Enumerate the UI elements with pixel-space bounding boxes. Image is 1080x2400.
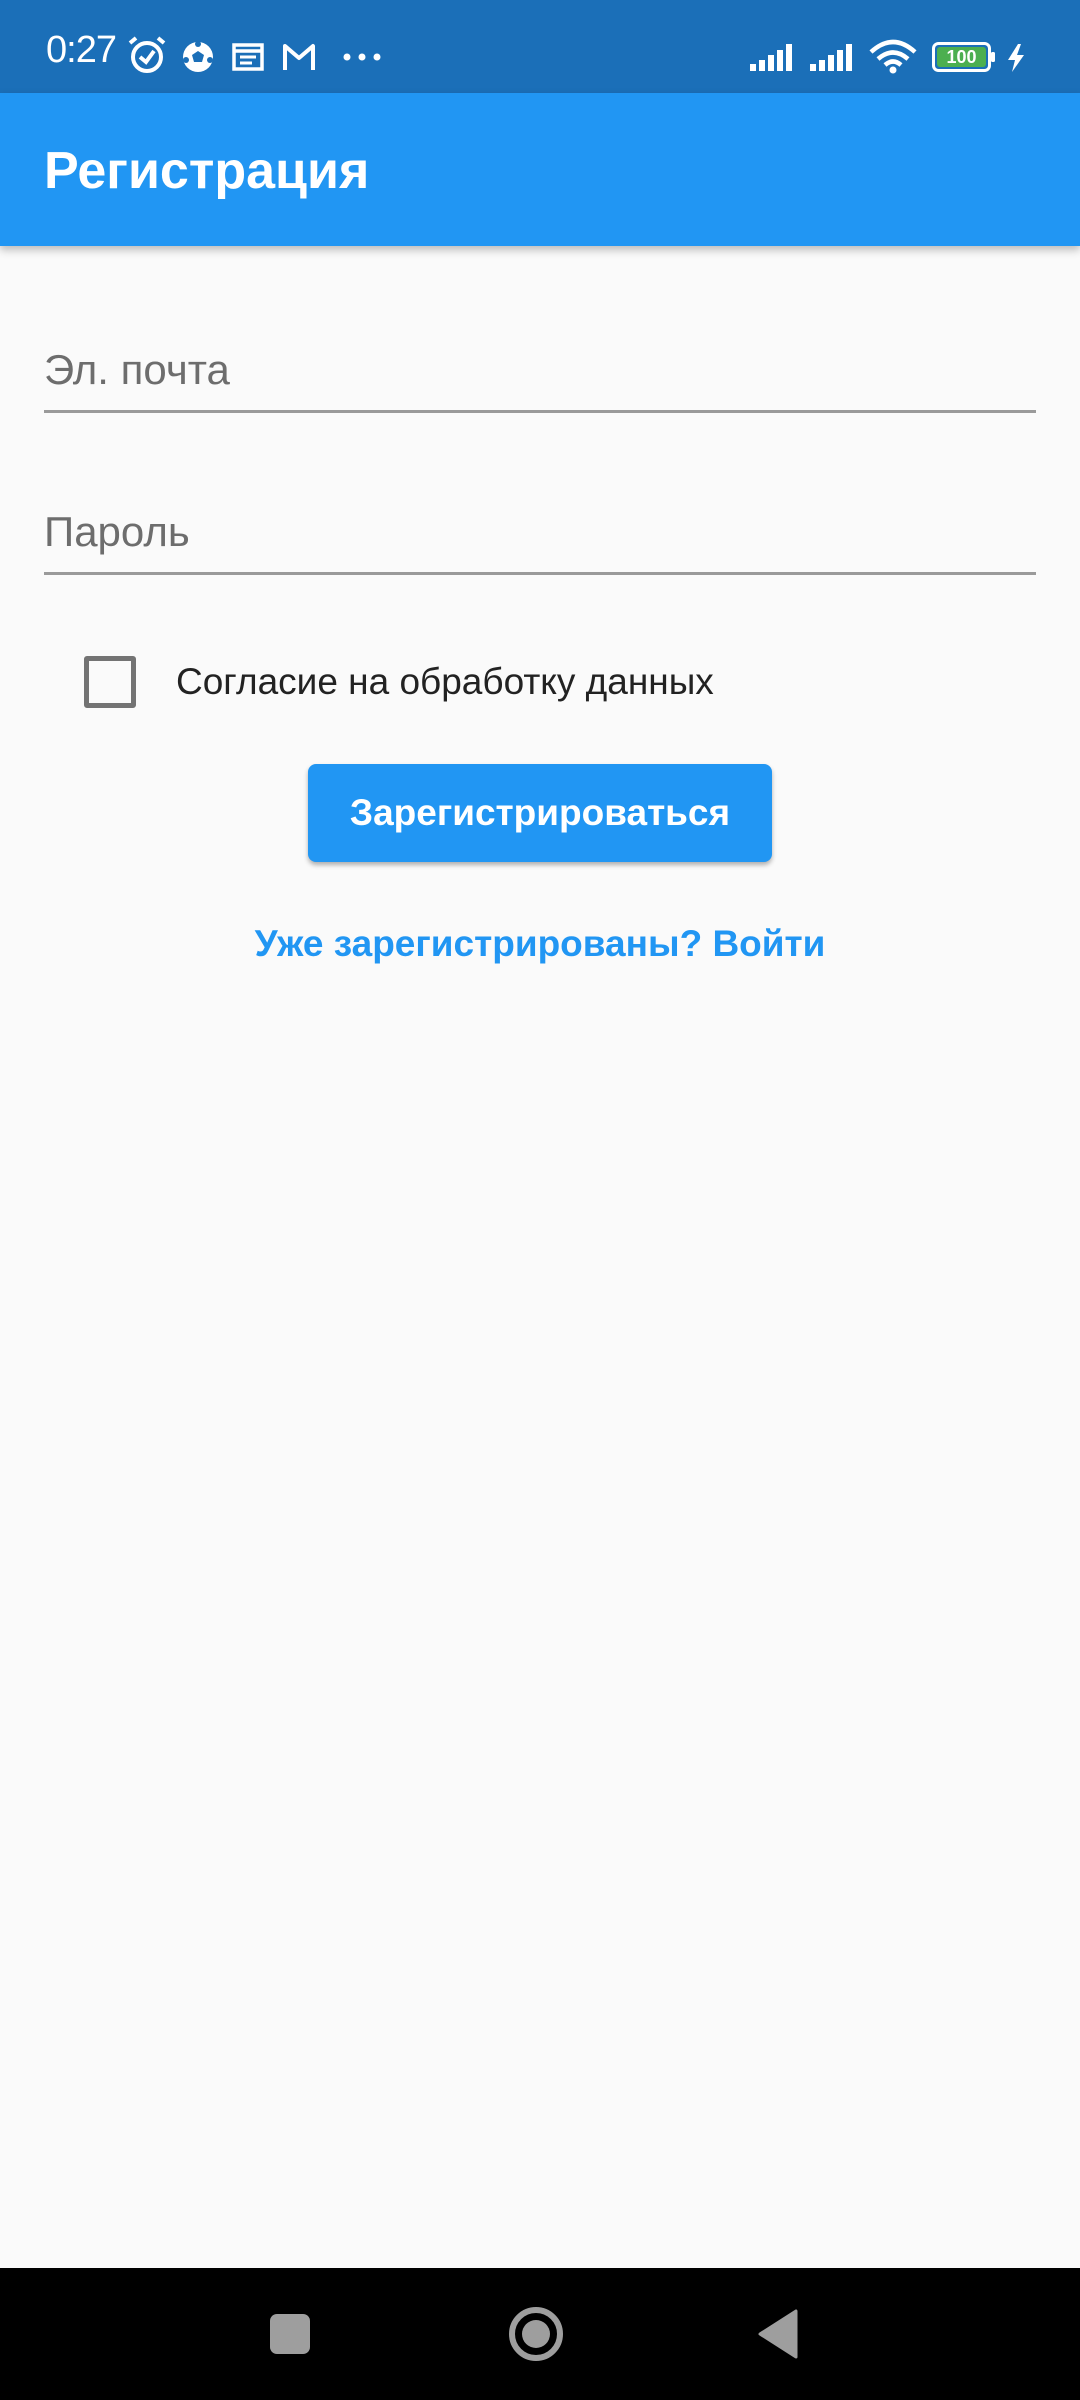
signal-icon bbox=[810, 44, 852, 71]
page-title: Регистрация bbox=[44, 142, 370, 200]
login-link[interactable]: Уже зарегистрированы? Войти bbox=[0, 920, 1080, 968]
battery-icon: 100 bbox=[932, 42, 996, 72]
signal-icon bbox=[750, 44, 792, 71]
email-field[interactable] bbox=[44, 330, 1036, 410]
more-dots-icon bbox=[343, 53, 381, 61]
register-button[interactable]: Зарегистрироваться bbox=[308, 764, 772, 862]
consent-row[interactable]: Согласие на обработку данных bbox=[84, 656, 984, 708]
back-triangle-icon[interactable] bbox=[754, 2268, 804, 2400]
consent-label: Согласие на обработку данных bbox=[176, 661, 714, 702]
battery-level: 100 bbox=[946, 47, 977, 67]
soccer-ball-icon bbox=[183, 41, 213, 72]
charging-icon bbox=[1008, 44, 1024, 72]
gmail-icon bbox=[283, 44, 315, 70]
wifi-icon bbox=[869, 39, 917, 74]
home-circle-icon[interactable] bbox=[504, 2268, 568, 2400]
recents-square-icon[interactable] bbox=[260, 2268, 320, 2400]
status-time: 0:27 bbox=[46, 29, 117, 71]
password-field-container bbox=[44, 492, 1036, 575]
status-bar: 0:27 100 bbox=[0, 0, 1080, 93]
consent-checkbox[interactable] bbox=[84, 656, 136, 708]
email-field-container bbox=[44, 330, 1036, 413]
navigation-bar bbox=[0, 2268, 1080, 2400]
app-bar: Регистрация bbox=[0, 93, 1080, 246]
alarm-icon bbox=[128, 36, 166, 73]
password-field[interactable] bbox=[44, 492, 1036, 572]
calendar-icon bbox=[232, 43, 264, 71]
